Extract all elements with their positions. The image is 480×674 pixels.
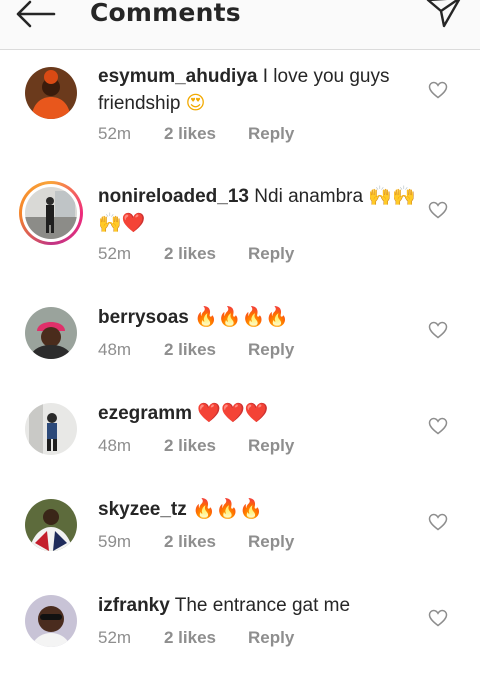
reply-button[interactable]: Reply	[248, 340, 294, 359]
comment-emoji: ❤️❤️❤️	[197, 402, 269, 424]
profile-photo	[25, 403, 77, 455]
reply-button[interactable]: Reply	[248, 124, 294, 143]
avatar[interactable]	[25, 499, 77, 551]
paper-plane-icon	[426, 0, 461, 28]
back-arrow-icon	[16, 0, 56, 28]
avatar[interactable]	[25, 307, 77, 359]
comment-username[interactable]: nonireloaded_13	[98, 186, 249, 207]
comment-time: 48m	[98, 436, 132, 455]
comment-username[interactable]: ezegramm	[98, 403, 192, 424]
comment-meta: 59m 2 likes Reply	[98, 532, 294, 552]
page-title: Comments	[90, 0, 241, 27]
reply-button[interactable]: Reply	[248, 436, 294, 455]
likes-count[interactable]: 2 likes	[164, 436, 248, 456]
profile-photo	[25, 67, 77, 119]
comment-username[interactable]: berrysoas	[98, 307, 189, 328]
comment-text: ezegramm ❤️❤️❤️	[98, 400, 418, 427]
comment-item: nonireloaded_13 Ndi anambra 🙌🙌🙌❤️ 52m 2 l…	[0, 170, 480, 266]
comment-item: izfranky The entrance gat me 52m 2 likes R…	[0, 578, 480, 674]
likes-count[interactable]: 2 likes	[164, 340, 248, 360]
comment-username[interactable]: esymum_ahudiya	[98, 66, 257, 87]
likes-count[interactable]: 2 likes	[164, 124, 248, 144]
like-heart-icon[interactable]	[428, 201, 448, 219]
like-heart-icon[interactable]	[428, 609, 448, 627]
avatar	[25, 187, 77, 239]
comment-text: skyzee_tz 🔥🔥🔥	[98, 496, 418, 523]
likes-count[interactable]: 2 likes	[164, 628, 248, 648]
profile-photo	[25, 595, 77, 647]
comment-text: nonireloaded_13 Ndi anambra 🙌🙌🙌❤️	[98, 183, 418, 237]
comment-time: 52m	[98, 628, 132, 647]
comment-time: 48m	[98, 340, 132, 359]
avatar[interactable]	[25, 403, 77, 455]
likes-count[interactable]: 2 likes	[164, 244, 248, 264]
like-heart-icon[interactable]	[428, 513, 448, 531]
comment-meta: 48m 2 likes Reply	[98, 340, 294, 360]
story-ring-avatar[interactable]	[19, 181, 83, 245]
comment-meta: 52m 2 likes Reply	[98, 628, 294, 648]
comment-body: The entrance gat me	[169, 595, 351, 616]
comment-time: 52m	[98, 124, 132, 143]
back-button[interactable]	[14, 0, 56, 30]
profile-photo	[25, 307, 77, 359]
avatar[interactable]	[25, 67, 77, 119]
comment-meta: 48m 2 likes Reply	[98, 436, 294, 456]
reply-button[interactable]: Reply	[248, 532, 294, 551]
like-heart-icon[interactable]	[428, 417, 448, 435]
comment-item: berrysoas 🔥🔥🔥🔥 48m 2 likes Reply	[0, 290, 480, 386]
comment-text: berrysoas 🔥🔥🔥🔥	[98, 304, 418, 331]
comment-emoji: 😍	[185, 92, 206, 114]
comment-text: izfranky The entrance gat me	[98, 592, 418, 619]
comment-meta: 52m 2 likes Reply	[98, 124, 294, 144]
comment-item: skyzee_tz 🔥🔥🔥 59m 2 likes Reply	[0, 482, 480, 578]
comment-item: ezegramm ❤️❤️❤️ 48m 2 likes Reply	[0, 386, 480, 482]
profile-photo	[25, 499, 77, 551]
reply-button[interactable]: Reply	[248, 244, 294, 263]
like-heart-icon[interactable]	[428, 81, 448, 99]
profile-photo	[25, 187, 77, 239]
comment-text: esymum_ahudiya I love you guys friendshi…	[98, 64, 418, 117]
comment-emoji: 🔥🔥🔥🔥	[194, 306, 289, 328]
direct-message-button[interactable]	[424, 0, 464, 30]
comment-username[interactable]: izfranky	[98, 595, 170, 616]
comment-username[interactable]: skyzee_tz	[98, 499, 187, 520]
reply-button[interactable]: Reply	[248, 628, 294, 647]
comment-body: Ndi anambra	[249, 186, 369, 207]
comment-item: esymum_ahudiya I love you guys friendshi…	[0, 50, 480, 146]
like-heart-icon[interactable]	[428, 321, 448, 339]
likes-count[interactable]: 2 likes	[164, 532, 248, 552]
comment-meta: 52m 2 likes Reply	[98, 244, 294, 264]
top-bar: Comments	[0, 0, 480, 50]
comment-time: 52m	[98, 244, 132, 263]
comment-time: 59m	[98, 532, 132, 551]
avatar[interactable]	[25, 595, 77, 647]
comment-emoji: 🔥🔥🔥	[192, 498, 263, 520]
